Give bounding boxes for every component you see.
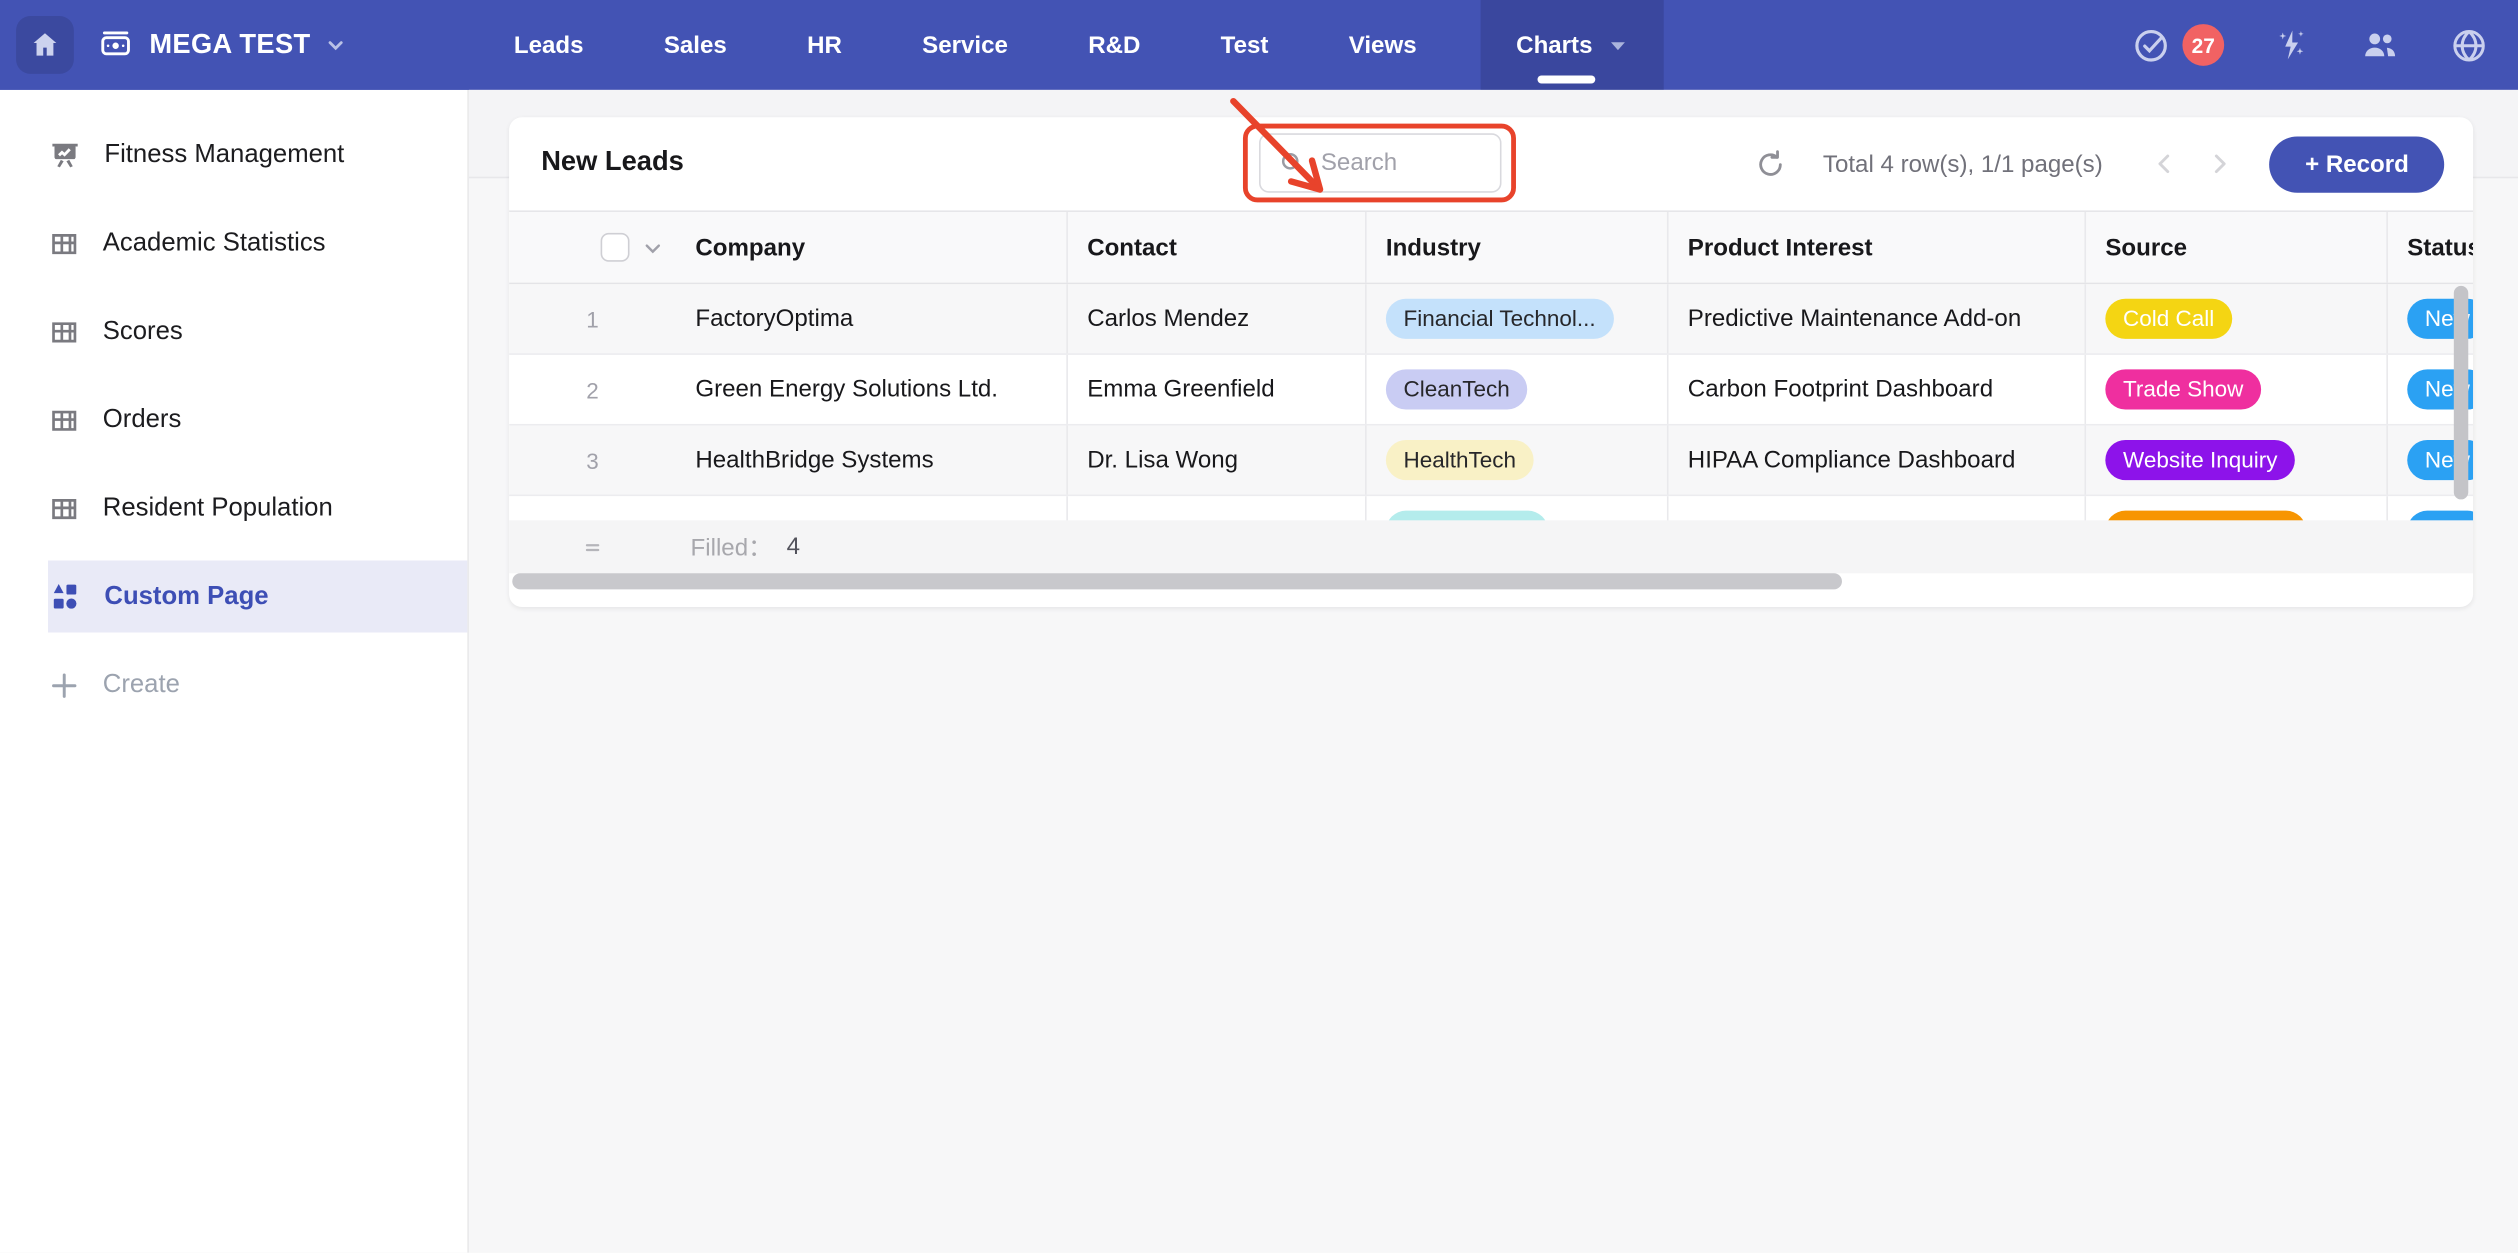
cell-contact[interactable]: Priya Patel: [1066, 496, 1365, 522]
workspace-switcher[interactable]: MEGA TEST: [96, 0, 347, 90]
leads-table: Company Contact Industry Product Interes…: [509, 210, 2473, 522]
tab-test[interactable]: Test: [1205, 0, 1285, 90]
new-leads-panel: New Leads: [509, 117, 2473, 607]
column-header-company[interactable]: Company: [676, 212, 1066, 283]
chevron-down-icon[interactable]: [641, 235, 665, 259]
cell-product-interest[interactable]: HIPAA Compliance Dashboard: [1667, 426, 2085, 495]
shapes-icon: [48, 580, 82, 614]
table-row[interactable]: 4 RetailMind AI Priya Patel E-commerce P…: [509, 496, 2473, 522]
sidebar: Fitness Management Academic Statistics S…: [0, 90, 469, 1253]
sidebar-create-button[interactable]: Create: [0, 641, 467, 729]
cell-contact[interactable]: Emma Greenfield: [1066, 355, 1365, 424]
cell-company[interactable]: HealthBridge Systems: [676, 426, 1066, 495]
top-navigation-bar: MEGA TEST Leads Sales HR Service R&D Tes…: [0, 0, 2518, 90]
column-header-contact[interactable]: Contact: [1066, 212, 1365, 283]
sidebar-item-resident-population[interactable]: Resident Population: [0, 464, 467, 552]
column-header-source[interactable]: Source: [2084, 212, 2386, 283]
home-icon: [29, 29, 61, 61]
red-annotation-rectangle: [1243, 124, 1516, 203]
industry-badge[interactable]: HealthTech: [1386, 440, 1534, 480]
app-window: MEGA TEST Leads Sales HR Service R&D Tes…: [0, 0, 2518, 1253]
search-box[interactable]: [1258, 133, 1500, 192]
source-badge[interactable]: Cold Call: [2105, 299, 2232, 339]
industry-badge[interactable]: Financial Technol...: [1386, 299, 1613, 339]
sparkles-icon[interactable]: [2272, 26, 2311, 65]
summary-bar: Filled： 4: [509, 520, 2473, 573]
chevron-down-icon: [325, 34, 347, 56]
filled-value: 4: [787, 533, 800, 560]
row-number: 4: [509, 496, 676, 522]
notification-badge[interactable]: 27: [2182, 24, 2224, 66]
sidebar-item-fitness-management[interactable]: Fitness Management: [0, 111, 467, 199]
table-icon: [48, 316, 80, 348]
search-icon: [1277, 149, 1304, 176]
row-number: 3: [509, 426, 676, 495]
table-icon: [48, 227, 80, 259]
table-row[interactable]: 1 FactoryOptima Carlos Mendez Financial …: [509, 284, 2473, 355]
tab-hr[interactable]: HR: [791, 0, 858, 90]
cell-contact[interactable]: Dr. Lisa Wong: [1066, 426, 1365, 495]
users-icon[interactable]: [2359, 24, 2401, 66]
cell-product-interest[interactable]: Personalized Recommendation En: [1667, 496, 2085, 522]
cell-contact[interactable]: Carlos Mendez: [1066, 284, 1365, 353]
tab-leads[interactable]: Leads: [498, 0, 600, 90]
table-row[interactable]: 3 HealthBridge Systems Dr. Lisa Wong Hea…: [509, 426, 2473, 497]
dropdown-triangle-icon: [1607, 35, 1628, 56]
industry-badge[interactable]: CleanTech: [1386, 369, 1528, 409]
tab-service[interactable]: Service: [906, 0, 1024, 90]
table-icon: [48, 404, 80, 436]
plus-icon: [48, 669, 80, 701]
tab-sales[interactable]: Sales: [648, 0, 743, 90]
globe-icon[interactable]: [2449, 25, 2489, 65]
topbar-actions: 27: [2131, 0, 2489, 90]
active-tab-underline: [1537, 75, 1595, 83]
cell-company[interactable]: Green Energy Solutions Ltd.: [676, 355, 1066, 424]
workspace-name: MEGA TEST: [149, 29, 310, 61]
select-all-checkbox[interactable]: [601, 233, 630, 262]
tasks-check-circle-icon[interactable]: [2131, 25, 2171, 65]
workspace-icon: [96, 26, 135, 65]
source-badge[interactable]: Trade Show: [2105, 369, 2261, 409]
cell-company[interactable]: FactoryOptima: [676, 284, 1066, 353]
cell-product-interest[interactable]: Carbon Footprint Dashboard: [1667, 355, 2085, 424]
row-number: 2: [509, 355, 676, 424]
sidebar-item-custom-page[interactable]: Custom Page: [0, 552, 467, 640]
cell-product-interest[interactable]: Predictive Maintenance Add-on: [1667, 284, 2085, 353]
top-tabs: Leads Sales HR Service R&D Test Views Ch…: [498, 0, 1663, 90]
column-header-product-interest[interactable]: Product Interest: [1667, 212, 2085, 283]
main-area: Custom Page: [469, 90, 2518, 1253]
home-button[interactable]: [16, 16, 74, 74]
column-header-status[interactable]: Status: [2386, 212, 2473, 283]
row-number: 1: [509, 284, 676, 353]
source-badge[interactable]: Website Inquiry: [2105, 440, 2295, 480]
column-header-industry[interactable]: Industry: [1365, 212, 1667, 283]
search-input[interactable]: [1318, 148, 1493, 179]
table-icon: [48, 492, 80, 524]
table-row[interactable]: 2 Green Energy Solutions Ltd. Emma Green…: [509, 355, 2473, 426]
next-page-button[interactable]: [2193, 149, 2248, 178]
panel-title: New Leads: [541, 146, 684, 178]
horizontal-scrollbar[interactable]: [512, 573, 1842, 589]
sidebar-item-academic-statistics[interactable]: Academic Statistics: [0, 199, 467, 287]
previous-page-button[interactable]: [2138, 149, 2193, 178]
tab-charts-active[interactable]: Charts: [1481, 0, 1663, 90]
cell-company[interactable]: RetailMind AI: [676, 496, 1066, 522]
table-refresh-icon[interactable]: [1754, 147, 1788, 181]
add-record-button[interactable]: + Record: [2270, 136, 2444, 192]
filled-label: Filled：: [691, 530, 773, 564]
vertical-scrollbar[interactable]: [2454, 286, 2468, 500]
table-header-row: Company Contact Industry Product Interes…: [509, 212, 2473, 284]
sidebar-item-orders[interactable]: Orders: [0, 376, 467, 464]
sidebar-item-scores[interactable]: Scores: [0, 287, 467, 375]
equals-icon: [509, 536, 676, 558]
presentation-chart-icon: [48, 138, 82, 172]
tab-rd[interactable]: R&D: [1072, 0, 1156, 90]
tab-views[interactable]: Views: [1333, 0, 1433, 90]
pagination-summary: Total 4 row(s), 1/1 page(s): [1823, 150, 2103, 177]
